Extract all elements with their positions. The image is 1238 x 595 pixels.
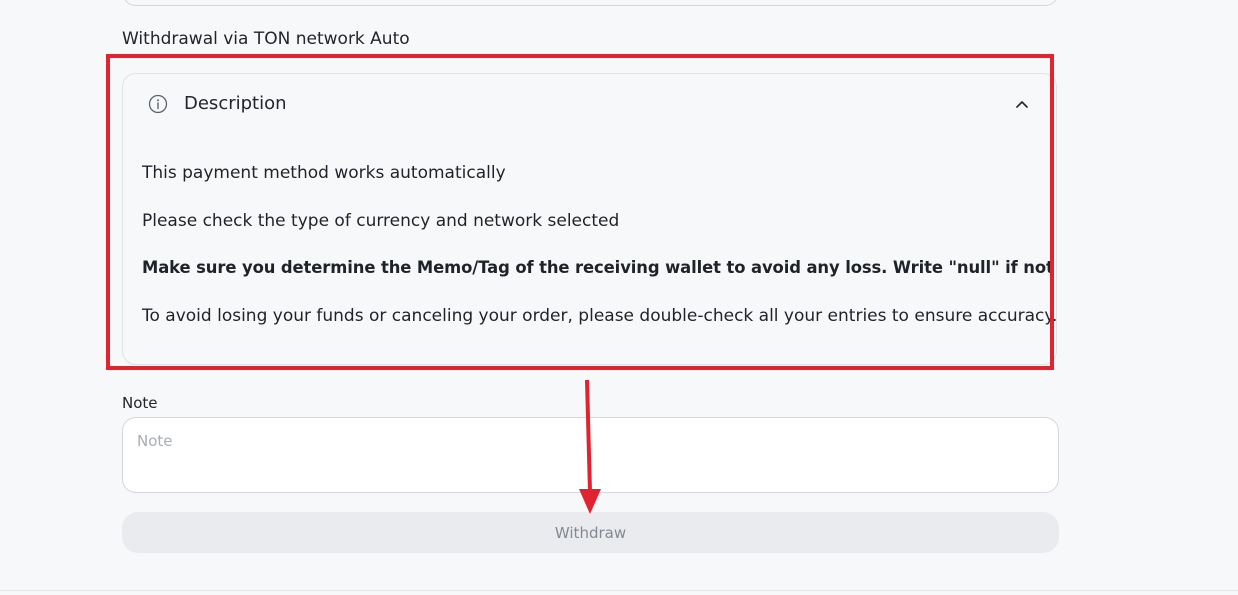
description-accordion-header[interactable]: Description xyxy=(123,74,1056,134)
note-input[interactable] xyxy=(122,417,1059,493)
page-divider xyxy=(0,590,1238,591)
info-circle-icon xyxy=(148,94,168,114)
description-warning-line: Make sure you determine the Memo/Tag of … xyxy=(142,258,1057,277)
description-line: Please check the type of currency and ne… xyxy=(142,211,620,231)
note-label: Note xyxy=(122,394,158,412)
chevron-up-icon[interactable] xyxy=(1014,96,1030,112)
description-accordion: Description This payment method works au… xyxy=(122,73,1057,365)
description-line: To avoid losing your funds or canceling … xyxy=(142,306,1057,326)
previous-field-input[interactable] xyxy=(122,0,1059,6)
description-line: This payment method works automatically xyxy=(142,163,506,183)
description-title: Description xyxy=(184,93,287,114)
withdraw-button[interactable]: Withdraw xyxy=(122,512,1059,553)
withdrawal-method-label: Withdrawal via TON network Auto xyxy=(122,29,410,49)
